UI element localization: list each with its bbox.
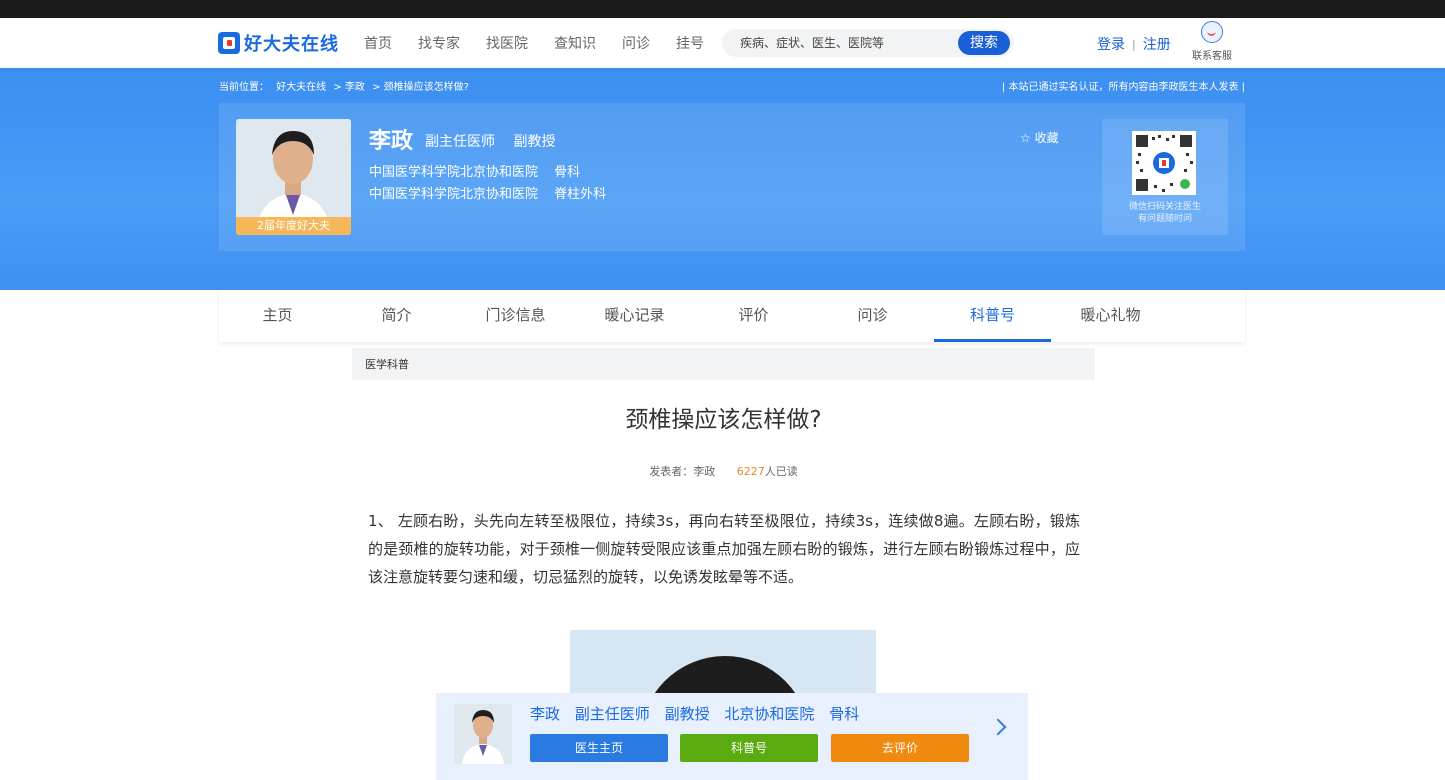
doctor-banner: 当前位置： 好大夫在线 > 李政 > 颈椎操应该怎样做? | 本站已通过实名认证… bbox=[0, 68, 1445, 290]
doctor-title-2: 副教授 bbox=[513, 134, 556, 150]
doctor-photo: 2届年度好大夫 bbox=[236, 119, 351, 235]
breadcrumb-home[interactable]: 好大夫在线 bbox=[276, 82, 326, 93]
qr-code-icon bbox=[1132, 131, 1196, 195]
dept-name[interactable]: 脊柱外科 bbox=[554, 187, 606, 202]
read-suffix: 人已读 bbox=[764, 465, 798, 478]
logo-icon bbox=[218, 32, 240, 54]
float-doctor-name: 李政 bbox=[530, 705, 561, 723]
float-doctor-dept: 骨科 bbox=[829, 705, 860, 723]
review-button[interactable]: 去评价 bbox=[831, 734, 969, 762]
nav-register[interactable]: 挂号 bbox=[676, 33, 704, 53]
section-label-bar: 医学科普 bbox=[352, 348, 1095, 380]
chevron-right-icon[interactable] bbox=[989, 718, 1007, 736]
read-count: 6227 bbox=[736, 465, 765, 478]
tab-science[interactable]: 科普号 bbox=[934, 290, 1051, 342]
doctor-card: 2届年度好大夫 李政 副主任医师 副教授 中国医学科学院北京协和医院 骨科 中国… bbox=[219, 103, 1245, 251]
customer-service-label: 联系客服 bbox=[1192, 51, 1232, 62]
register-link[interactable]: 注册 bbox=[1143, 34, 1171, 54]
section-label: 医学科普 bbox=[365, 358, 409, 371]
doctor-home-button[interactable]: 医生主页 bbox=[530, 734, 668, 762]
qr-caption: 微信扫码关注医生 有问题随时问 bbox=[1102, 201, 1228, 225]
float-doctor-title-2: 副教授 bbox=[664, 705, 710, 723]
article-meta: 发表者：李政 6227人已读 bbox=[352, 463, 1095, 479]
doctor-hospital-2: 中国医学科学院北京协和医院 脊柱外科 bbox=[369, 183, 618, 202]
article-title: 颈椎操应该怎样做? bbox=[625, 407, 822, 433]
search-button[interactable]: 搜索 bbox=[958, 31, 1010, 55]
breadcrumb: 当前位置： 好大夫在线 > 李政 > 颈椎操应该怎样做? bbox=[219, 78, 473, 93]
search-box: 搜索 bbox=[722, 29, 1014, 57]
favorite-button[interactable]: ☆ 收藏 bbox=[1020, 129, 1059, 146]
verify-notice: | 本站已通过实名认证，所有内容由李政医生本人发表 | bbox=[1001, 82, 1245, 93]
article-author: 发表者：李政 bbox=[649, 465, 716, 478]
search-input[interactable] bbox=[740, 33, 940, 53]
float-doctor-info: 李政 副主任医师 副教授 北京协和医院 骨科 bbox=[530, 703, 869, 724]
nav-knowledge[interactable]: 查知识 bbox=[554, 33, 596, 53]
qr-caption-line-2: 有问题随时问 bbox=[1137, 214, 1192, 224]
auth-separator: | bbox=[1132, 37, 1136, 51]
nav-home[interactable]: 首页 bbox=[364, 33, 392, 53]
science-button[interactable]: 科普号 bbox=[680, 734, 818, 762]
doctor-name: 李政 bbox=[369, 129, 414, 154]
site-header: 好大夫在线 首页 找专家 找医院 查知识 问诊 挂号 搜索 登录 | 注册 联系… bbox=[0, 18, 1445, 68]
site-logo[interactable]: 好大夫在线 bbox=[218, 30, 339, 56]
customer-service-icon bbox=[1201, 21, 1223, 43]
hospital-name[interactable]: 中国医学科学院北京协和医院 bbox=[369, 165, 538, 180]
tab-consult[interactable]: 问诊 bbox=[814, 290, 931, 342]
float-doctor-photo[interactable] bbox=[454, 704, 512, 764]
article-body: 1、 左顾右盼，头先向左转至极限位，持续3s，再向右转至极限位，持续3s，连续做… bbox=[368, 512, 1080, 586]
nav-find-expert[interactable]: 找专家 bbox=[418, 33, 460, 53]
tab-intro[interactable]: 简介 bbox=[338, 290, 455, 342]
wechat-qr-box: 微信扫码关注医生 有问题随时问 bbox=[1102, 119, 1228, 235]
tab-gifts[interactable]: 暖心礼物 bbox=[1052, 290, 1169, 342]
hospital-name[interactable]: 中国医学科学院北京协和医院 bbox=[369, 187, 538, 202]
main-nav: 首页 找专家 找医院 查知识 问诊 挂号 bbox=[364, 33, 730, 53]
breadcrumb-label: 当前位置： bbox=[219, 82, 269, 93]
tab-home[interactable]: 主页 bbox=[219, 290, 336, 342]
dept-name[interactable]: 骨科 bbox=[554, 165, 580, 180]
doctor-titles: 副主任医师 副教授 bbox=[425, 131, 569, 151]
doctor-hospital-1: 中国医学科学院北京协和医院 骨科 bbox=[369, 161, 592, 180]
floating-doctor-bar: 李政 副主任医师 副教授 北京协和医院 骨科 医生主页 科普号 去评价 bbox=[436, 693, 1028, 780]
nav-consult[interactable]: 问诊 bbox=[622, 33, 650, 53]
tab-reviews[interactable]: 评价 bbox=[695, 290, 812, 342]
customer-service[interactable]: 联系客服 bbox=[1188, 21, 1236, 62]
browser-top-bar bbox=[0, 0, 1445, 18]
breadcrumb-doctor[interactable]: > 李政 bbox=[333, 82, 365, 93]
breadcrumb-article: > 颈椎操应该怎样做? bbox=[372, 82, 469, 93]
tab-clinic-info[interactable]: 门诊信息 bbox=[457, 290, 574, 342]
tab-warm-records[interactable]: 暖心记录 bbox=[576, 290, 693, 342]
qr-caption-line-1: 微信扫码关注医生 bbox=[1128, 202, 1201, 212]
nav-find-hospital[interactable]: 找医院 bbox=[486, 33, 528, 53]
login-link[interactable]: 登录 bbox=[1097, 34, 1125, 54]
doctor-tabs: 主页 简介 门诊信息 暖心记录 评价 问诊 科普号 暖心礼物 bbox=[219, 290, 1245, 342]
float-doctor-title-1: 副主任医师 bbox=[574, 705, 650, 723]
auth-links: 登录 | 注册 bbox=[1097, 34, 1171, 54]
award-badge: 2届年度好大夫 bbox=[236, 217, 351, 235]
float-doctor-hospital: 北京协和医院 bbox=[724, 705, 815, 723]
doctor-title-1: 副主任医师 bbox=[425, 134, 495, 150]
logo-text: 好大夫在线 bbox=[244, 34, 339, 55]
